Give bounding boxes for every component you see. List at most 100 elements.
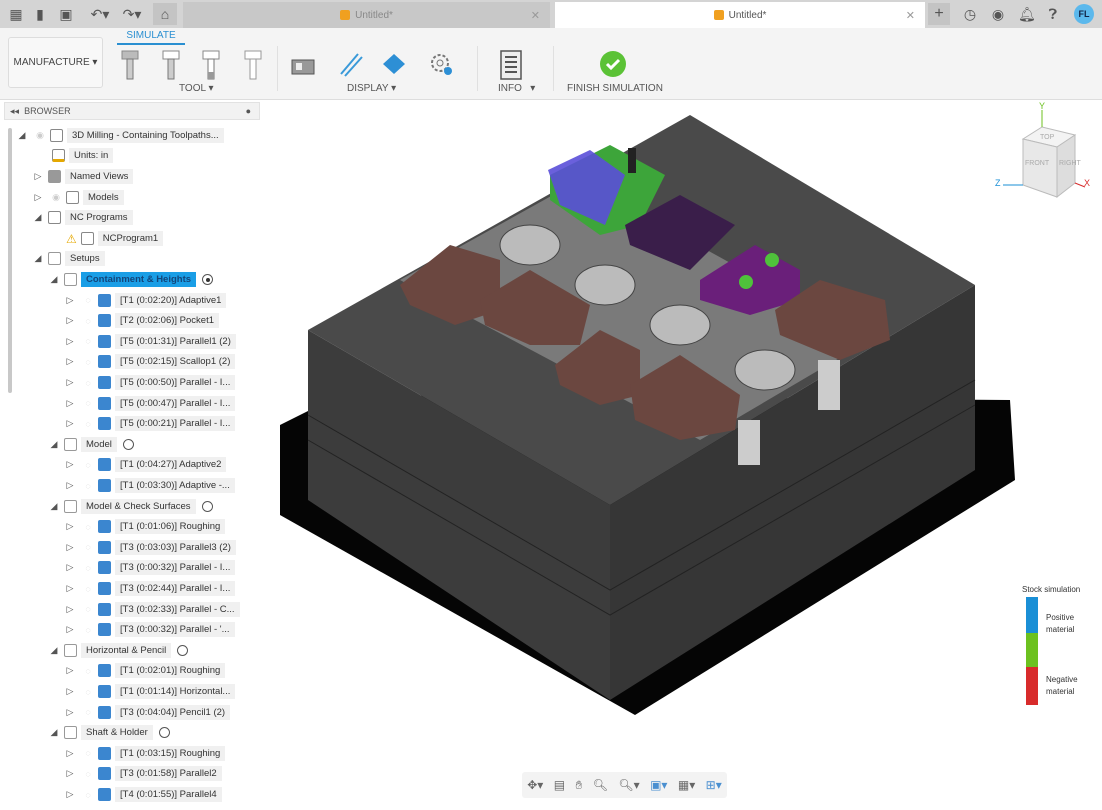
eye-icon[interactable]: ◉ <box>34 130 46 141</box>
collapse-triangle-icon[interactable]: ◢ <box>48 645 60 656</box>
expand-triangle-icon[interactable]: ▷ <box>64 315 76 326</box>
operation-item[interactable]: ▷ ◌ [T3 (0:01:58)] Parallel2 <box>64 764 222 783</box>
stock-icon[interactable] <box>381 50 407 80</box>
finish-check-icon[interactable] <box>599 50 627 80</box>
info-group-label[interactable]: INFO ▾ <box>498 83 535 94</box>
hidden-eye-icon[interactable]: ◌ <box>82 481 94 491</box>
browser-scrollbar[interactable] <box>8 128 12 393</box>
tool-flute-icon[interactable] <box>198 50 224 80</box>
hidden-eye-icon[interactable]: ◌ <box>82 460 94 470</box>
cube-right-face[interactable]: RIGHT <box>1059 160 1081 167</box>
operation-item[interactable]: ▷ ◌ [T3 (0:04:04)] Pencil1 (2) <box>64 703 231 722</box>
hidden-eye-icon[interactable]: ◌ <box>82 398 94 408</box>
operation-item[interactable]: ▷ ◌ [T2 (0:02:06)] Pocket1 <box>64 311 219 330</box>
grid-icon[interactable]: ▦▾ <box>678 778 695 792</box>
save-icon[interactable]: ▣ <box>58 6 74 22</box>
operation-item[interactable]: ▷ ◌ [T1 (0:02:01)] Roughing <box>64 661 226 680</box>
setup-item[interactable]: ◢ Horizontal & Pencil <box>48 641 189 660</box>
new-tab-plus-icon[interactable]: + <box>928 3 950 25</box>
collapse-icon[interactable]: ◂◂ <box>10 106 19 117</box>
hidden-eye-icon[interactable]: ◌ <box>82 625 94 635</box>
hidden-eye-icon[interactable]: ◌ <box>82 666 94 676</box>
file-icon[interactable]: ▮ <box>32 6 48 22</box>
collapse-triangle-icon[interactable]: ◢ <box>16 130 28 141</box>
setup-item[interactable]: ◢ Shaft & Holder <box>48 723 170 742</box>
expand-triangle-icon[interactable]: ▷ <box>64 624 76 635</box>
setup-item[interactable]: ◢ Containment & Heights <box>48 270 214 289</box>
viewports-icon[interactable]: ⊞▾ <box>706 778 722 792</box>
collapse-triangle-icon[interactable]: ◢ <box>48 727 60 738</box>
tool-group-label[interactable]: TOOL ▾ <box>179 83 214 94</box>
operation-item[interactable]: ▷ ◌ [T5 (0:02:15)] Scallop1 (2) <box>64 352 236 371</box>
close-icon[interactable]: ✕ <box>906 9 915 22</box>
close-icon[interactable]: ✕ <box>531 9 540 22</box>
expand-triangle-icon[interactable]: ▷ <box>64 707 76 718</box>
collapse-triangle-icon[interactable]: ◢ <box>48 274 60 285</box>
redo-icon[interactable]: ↷▾ <box>120 6 144 22</box>
operation-item[interactable]: ▷ ◌ [T5 (0:00:47)] Parallel - I... <box>64 394 236 413</box>
expand-triangle-icon[interactable]: ▷ <box>64 748 76 759</box>
operation-item[interactable]: ▷ ◌ [T3 (0:02:33)] Parallel - C... <box>64 600 240 619</box>
operation-item[interactable]: ▷ ◌ [T3 (0:03:03)] Parallel3 (2) <box>64 538 236 557</box>
pan-hand-icon[interactable]: ✋︎ <box>575 778 582 793</box>
operation-item[interactable]: ▷ ◌ [T3 (0:00:32)] Parallel - '... <box>64 620 235 639</box>
expand-triangle-icon[interactable]: ▷ <box>64 480 76 491</box>
pin-icon[interactable]: ● <box>246 106 251 116</box>
expand-triangle-icon[interactable]: ▷ <box>64 295 76 306</box>
hidden-eye-icon[interactable]: ◌ <box>82 357 94 367</box>
display-group-label[interactable]: DISPLAY ▾ <box>347 83 396 94</box>
look-at-icon[interactable]: ▤ <box>554 778 565 792</box>
operation-item[interactable]: ▷ ◌ [T3 (0:02:44)] Parallel - I... <box>64 579 236 598</box>
collapse-triangle-icon[interactable]: ◢ <box>32 212 44 223</box>
display-settings-icon[interactable]: ▣▾ <box>650 778 667 792</box>
active-setup-radio[interactable] <box>177 644 189 656</box>
apps-grid-icon[interactable]: ▦ <box>8 6 24 22</box>
workspace-switcher[interactable]: MANUFACTURE ▾ <box>8 37 103 88</box>
hidden-eye-icon[interactable]: ◌ <box>82 563 94 573</box>
expand-triangle-icon[interactable]: ▷ <box>64 521 76 532</box>
expand-triangle-icon[interactable]: ▷ <box>64 377 76 388</box>
tree-root[interactable]: ◢ ◉ 3D Milling - Containing Toolpaths... <box>16 126 224 145</box>
machine-icon[interactable] <box>290 50 316 80</box>
avatar[interactable]: FL <box>1074 4 1094 24</box>
expand-triangle-icon[interactable]: ▷ <box>64 562 76 573</box>
expand-triangle-icon[interactable]: ▷ <box>32 171 44 182</box>
job-status-clock-icon[interactable]: ◷ <box>962 6 978 22</box>
expand-triangle-icon[interactable]: ▷ <box>64 789 76 800</box>
info-icon[interactable] <box>498 50 524 80</box>
operation-item[interactable]: ▷ ◌ [T4 (0:01:55)] Parallel4 <box>64 785 222 804</box>
hidden-eye-icon[interactable]: ◌ <box>82 790 94 800</box>
hidden-eye-icon[interactable]: ◌ <box>82 316 94 326</box>
expand-triangle-icon[interactable]: ▷ <box>32 192 44 203</box>
toolpath-icon[interactable] <box>338 50 364 80</box>
expand-triangle-icon[interactable]: ▷ <box>64 542 76 553</box>
tool-outline-icon[interactable] <box>240 50 266 80</box>
hidden-eye-icon[interactable]: ◌ <box>82 748 94 758</box>
expand-triangle-icon[interactable]: ▷ <box>64 398 76 409</box>
tab-untitled-1[interactable]: Untitled* ✕ <box>183 2 550 28</box>
hidden-eye-icon[interactable]: ◌ <box>82 378 94 388</box>
tool-holder-icon[interactable] <box>117 50 143 80</box>
eye-icon[interactable]: ◉ <box>50 192 62 203</box>
undo-icon[interactable]: ↶▾ <box>88 6 112 22</box>
tree-nc-program1[interactable]: ⚠ NCProgram1 <box>66 229 164 248</box>
tool-shaft-icon[interactable] <box>158 50 184 80</box>
hidden-eye-icon[interactable]: ◌ <box>82 522 94 532</box>
extensions-icon[interactable]: ◉ <box>990 6 1006 22</box>
operation-item[interactable]: ▷ ◌ [T5 (0:00:21)] Parallel - I... <box>64 414 236 433</box>
view-cube[interactable]: TOP FRONT RIGHT Y X Z <box>995 101 1095 200</box>
expand-triangle-icon[interactable]: ▷ <box>64 336 76 347</box>
operation-item[interactable]: ▷ ◌ [T1 (0:03:30)] Adaptive -... <box>64 476 235 495</box>
hidden-eye-icon[interactable]: ◌ <box>82 707 94 717</box>
expand-triangle-icon[interactable]: ▷ <box>64 768 76 779</box>
operation-item[interactable]: ▷ ◌ [T1 (0:03:15)] Roughing <box>64 744 226 763</box>
tab-simulate[interactable]: SIMULATE <box>117 30 185 45</box>
operation-item[interactable]: ▷ ◌ [T3 (0:00:32)] Parallel - I... <box>64 558 236 577</box>
expand-triangle-icon[interactable]: ▷ <box>64 459 76 470</box>
home-icon[interactable]: ⌂ <box>153 3 177 25</box>
operation-item[interactable]: ▷ ◌ [T1 (0:04:27)] Adaptive2 <box>64 455 227 474</box>
tree-units[interactable]: Units: in <box>48 146 114 165</box>
active-setup-radio[interactable] <box>158 727 170 739</box>
tree-nc-programs[interactable]: ◢ NC Programs <box>32 208 133 227</box>
zoom-icon[interactable]: 🔍︎ <box>593 778 608 792</box>
